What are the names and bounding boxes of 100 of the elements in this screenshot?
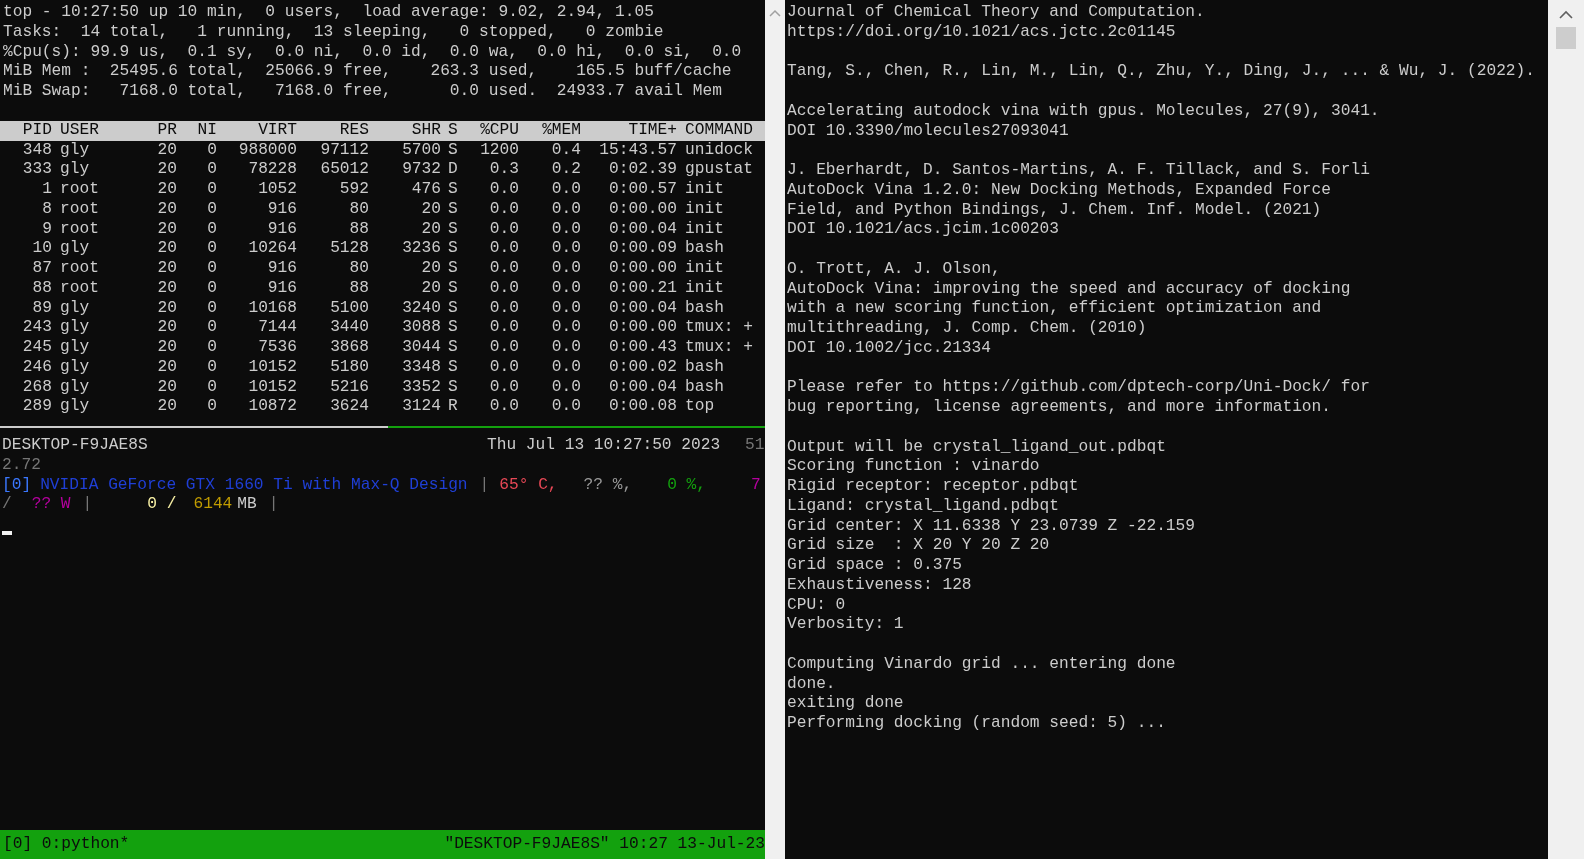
table-cell: 15:43.57	[599, 140, 677, 161]
window-tab[interactable]: [0] 0:python*	[3, 834, 130, 859]
output-line: DOI 10.3390/molecules27093041	[787, 121, 1069, 142]
output-line: Grid space : 0.375	[787, 556, 962, 576]
table-cell: tmux: +	[685, 338, 753, 358]
table-cell: 5100	[330, 298, 369, 319]
table-cell: 0.0	[489, 278, 519, 299]
table-cell: 333	[22, 160, 52, 180]
table-cell: 0.0	[489, 199, 519, 220]
scrollbar-thumb[interactable]	[1556, 27, 1576, 49]
output-line: Output will be crystal_ligand_out.pdbqt	[787, 437, 1166, 458]
table-cell: 0.0	[489, 338, 519, 358]
table-cell: 0:00.00	[609, 259, 677, 279]
scroll-up-icon[interactable]	[769, 9, 781, 17]
table-cell: 0:00.08	[609, 397, 677, 417]
table-cell: 0:00.04	[609, 377, 677, 398]
table-cell: 0.0	[551, 298, 581, 319]
table-cell: 9732	[402, 160, 441, 180]
output-line: Verbosity: 1	[787, 615, 904, 635]
table-cell: 0	[207, 298, 217, 319]
table-cell: 20	[157, 160, 177, 180]
table-cell: 3348	[402, 357, 441, 378]
table-cell: 5700	[402, 140, 441, 161]
output-line: Ligand: crystal_ligand.pdbqt	[787, 496, 1059, 517]
table-cell: S	[448, 219, 458, 240]
driver-version: 2.72	[2, 455, 41, 476]
table-cell: 3352	[402, 377, 441, 398]
table-cell: 10168	[248, 298, 297, 319]
table-cell: 0.0	[489, 397, 519, 417]
table-cell: root	[60, 180, 99, 200]
output-line: AutoDock Vina: improving the speed and accuracy of docking	[787, 279, 1351, 300]
table-cell: 0.0	[551, 180, 581, 200]
table-cell: init	[685, 278, 724, 299]
table-cell: 20	[157, 140, 177, 161]
output-line: Performing docking (random seed: 5) ...	[787, 714, 1166, 734]
table-cell: bash	[685, 377, 724, 398]
gpu-stat-text: |	[82, 495, 93, 515]
table-cell: 0	[207, 338, 217, 358]
column-header: %MEM	[542, 120, 581, 141]
summary-line: MiB Mem : 25495.6 total, 25066.9 free, 263.3 used, 165.5 buff/cache	[3, 62, 732, 82]
table-cell: 0	[207, 160, 217, 180]
table-cell: gly	[60, 140, 90, 161]
output-line: O. Trott, A. J. Olson,	[787, 259, 1001, 280]
column-header: %CPU	[480, 120, 519, 141]
table-cell: 65012	[320, 160, 369, 180]
table-cell: root	[60, 278, 99, 299]
table-cell: 348	[22, 140, 52, 161]
table-cell: 20	[157, 259, 177, 279]
table-cell: 0:00.43	[609, 338, 677, 358]
table-cell: 0.0	[551, 357, 581, 378]
table-cell: 3124	[402, 397, 441, 417]
table-cell: 268	[22, 377, 52, 398]
column-header: PR	[157, 120, 177, 141]
table-cell: 0:02.39	[609, 160, 677, 180]
table-cell: 20	[421, 199, 441, 220]
gpu-stat-text: [0]	[2, 475, 32, 496]
table-cell: 916	[267, 278, 297, 299]
table-cell: 0.0	[551, 239, 581, 259]
output-line: bug reporting, license agreements, and more information.	[787, 398, 1331, 418]
output-line: exiting done	[787, 694, 904, 714]
table-cell: 3088	[402, 318, 441, 338]
table-cell: gly	[60, 357, 90, 378]
table-cell: 1	[42, 180, 52, 200]
table-cell: 0	[207, 318, 217, 338]
table-cell: 1052	[258, 180, 297, 200]
table-cell: 0	[207, 180, 217, 200]
table-cell: init	[685, 259, 724, 279]
table-cell: 0.0	[489, 298, 519, 319]
table-cell: R	[448, 397, 458, 417]
output-line: https://doi.org/10.1021/acs.jctc.2c01145	[787, 22, 1176, 43]
table-cell: 0.0	[489, 259, 519, 279]
table-cell: gly	[60, 377, 90, 398]
scroll-up-icon[interactable]	[1559, 10, 1573, 19]
output-line: multithreading, J. Comp. Chem. (2010)	[787, 319, 1147, 339]
table-cell: 3044	[402, 338, 441, 358]
output-line: Please refer to https://github.com/dptech-corp/Uni-Dock/ for	[787, 378, 1370, 398]
table-cell: 592	[339, 180, 369, 200]
table-cell: S	[448, 239, 458, 259]
timestamp: Thu Jul 13 10:27:50 2023	[487, 436, 722, 456]
table-cell: 916	[267, 199, 297, 220]
table-cell: 20	[157, 318, 177, 338]
table-cell: 988000	[238, 140, 297, 161]
table-cell: 0.0	[551, 219, 581, 240]
table-cell: 3868	[330, 338, 369, 358]
table-cell: root	[60, 219, 99, 240]
table-cell: 97112	[320, 140, 369, 161]
table-cell: 916	[267, 259, 297, 279]
table-cell: root	[60, 199, 99, 220]
table-cell: 0:00.00	[609, 318, 677, 338]
table-cell: 20	[157, 239, 177, 259]
output-line: Field, and Python Bindings, J. Chem. Inf. Model. (2021)	[787, 200, 1322, 221]
output-line: Journal of Chemical Theory and Computation.	[787, 3, 1205, 23]
gpu-stat-text: 0 /	[147, 495, 177, 515]
summary-line: %Cpu(s): 99.9 us, 0.1 sy, 0.0 ni, 0.0 id, 0.0 wa, 0.0 hi, 0.0 si, 0.0	[3, 42, 742, 63]
table-cell: 0	[207, 199, 217, 220]
table-cell: S	[448, 377, 458, 398]
table-cell: 87	[32, 259, 52, 279]
table-cell: 0.0	[489, 318, 519, 338]
gpu-stat-text: MB	[237, 495, 257, 515]
column-header: SHR	[411, 120, 441, 141]
